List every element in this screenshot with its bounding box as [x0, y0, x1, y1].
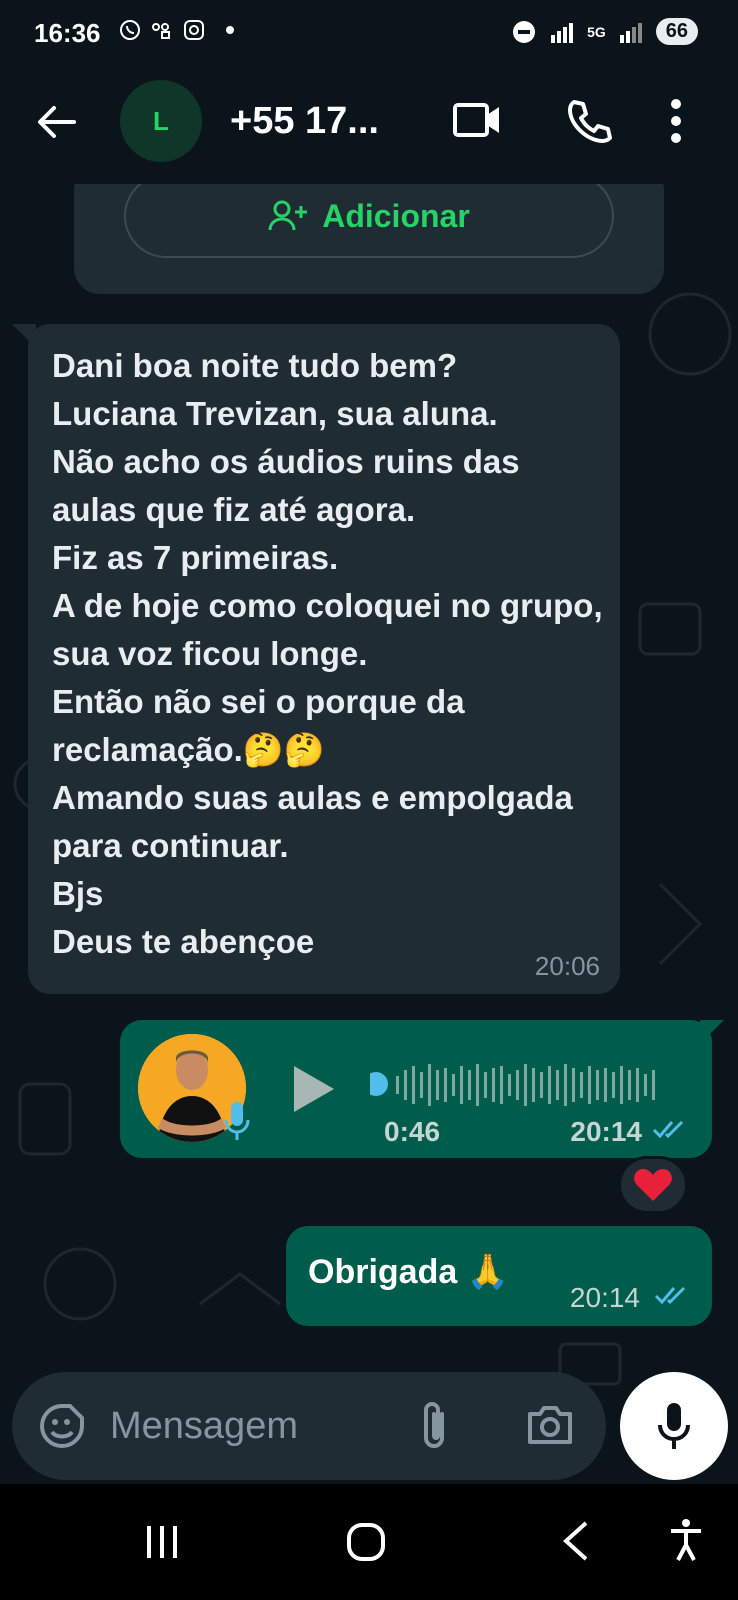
back-arrow-icon[interactable] [34, 100, 78, 144]
voice-duration: 0:46 [384, 1116, 441, 1147]
chat-header: L +55 17... [0, 70, 738, 184]
emoji-icon[interactable] [38, 1402, 86, 1450]
double-check-icon [652, 1120, 684, 1139]
video-call-icon[interactable] [452, 100, 502, 140]
whatsapp-notification-icon [120, 20, 140, 40]
attach-icon[interactable] [418, 1400, 450, 1452]
contact-name[interactable]: +55 17... [230, 100, 379, 143]
home-icon[interactable] [346, 1522, 386, 1562]
nav-back-icon[interactable] [560, 1520, 590, 1562]
signal-icon [551, 22, 574, 43]
mic-icon [658, 1403, 690, 1449]
outgoing-message[interactable]: Obrigada 🙏 20:14 [286, 1226, 712, 1326]
voice-record-button[interactable] [620, 1372, 728, 1480]
message-text: Dani boa noite tudo bem? Luciana Treviza… [52, 347, 603, 960]
notification-dot [226, 26, 234, 34]
signal-icon-2 [619, 22, 642, 43]
add-contact-button[interactable]: Adicionar [124, 184, 614, 258]
waveform[interactable] [370, 1060, 670, 1110]
system-nav-bar [0, 1484, 738, 1600]
mic-icon [224, 1102, 250, 1140]
chat-area[interactable]: Adicionar Dani boa noite tudo bem? Lucia… [0, 184, 738, 1484]
message-time: 20:14 [570, 1116, 642, 1147]
add-contact-label: Adicionar [322, 197, 470, 234]
heart-reaction[interactable] [618, 1156, 688, 1214]
camera-icon[interactable] [526, 1404, 574, 1446]
play-icon[interactable] [292, 1064, 336, 1114]
battery-icon: 66 [655, 18, 698, 45]
status-bar: 16:36 5G 66 [0, 0, 738, 70]
dnd-icon [513, 20, 536, 43]
add-person-icon [268, 200, 308, 231]
status-time: 16:36 [34, 18, 101, 48]
recent-apps-icon[interactable] [144, 1524, 180, 1560]
message-text: Obrigada 🙏 [308, 1253, 510, 1291]
contact-avatar[interactable]: L [120, 80, 202, 162]
notification-icons [118, 18, 234, 42]
message-time: 20:14 [569, 1282, 640, 1313]
phone-icon[interactable] [566, 98, 612, 144]
heart-icon [634, 1169, 672, 1201]
instagram-icon [184, 20, 204, 40]
add-contact-card: Adicionar [74, 184, 664, 294]
accessibility-icon[interactable] [668, 1518, 704, 1562]
message-time: 20:06 [534, 951, 600, 981]
voicemail-icon [152, 23, 170, 39]
more-vert-icon[interactable] [670, 98, 682, 144]
network-label: 5G [587, 23, 606, 40]
double-check-icon [654, 1286, 686, 1305]
message-composer [12, 1372, 606, 1480]
voice-message[interactable]: 0:46 20:14 [120, 1020, 712, 1158]
status-right: 5G 66 [511, 18, 698, 45]
incoming-message[interactable]: Dani boa noite tudo bem? Luciana Treviza… [28, 324, 620, 994]
message-input[interactable] [110, 1394, 400, 1458]
